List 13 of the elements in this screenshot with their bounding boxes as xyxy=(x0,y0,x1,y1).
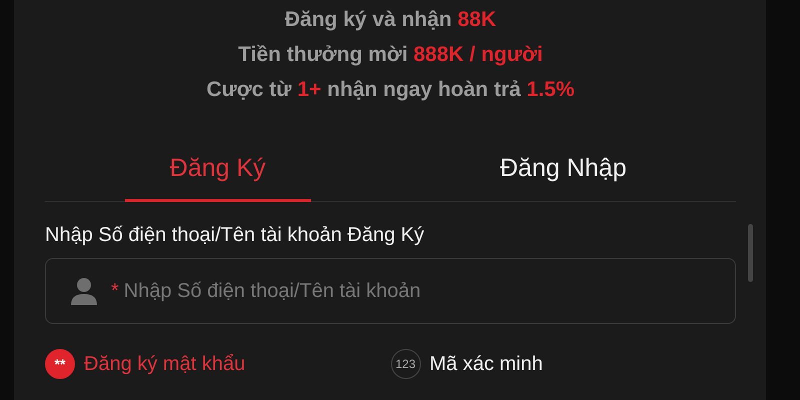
promo-text: Đăng ký và nhận 88K xyxy=(284,7,496,33)
user-icon xyxy=(68,275,100,307)
scrollbar[interactable] xyxy=(748,224,753,282)
method-option[interactable]: ** Đăng ký mật khẩu xyxy=(45,349,390,379)
promo-text: Tiền thưởng mời 888K / người xyxy=(238,42,543,68)
tab[interactable]: Đăng Ký xyxy=(45,135,390,201)
input-field[interactable]: Nhập Số điện thoại/Tên tài khoản xyxy=(122,278,735,304)
promo-text: Cược từ 1+ nhận ngay hoàn trả 1.5% xyxy=(206,77,575,103)
tab[interactable]: Đăng Nhập xyxy=(390,135,736,201)
input-box[interactable]: * Nhập Số điện thoại/Tên tài khoản xyxy=(45,258,736,324)
required-mark: * xyxy=(111,280,119,302)
field-label: Nhập Số điện thoại/Tên tài khoản Đăng Ký xyxy=(45,224,426,247)
method-option[interactable]: 123 Mã xác minh xyxy=(390,349,736,379)
